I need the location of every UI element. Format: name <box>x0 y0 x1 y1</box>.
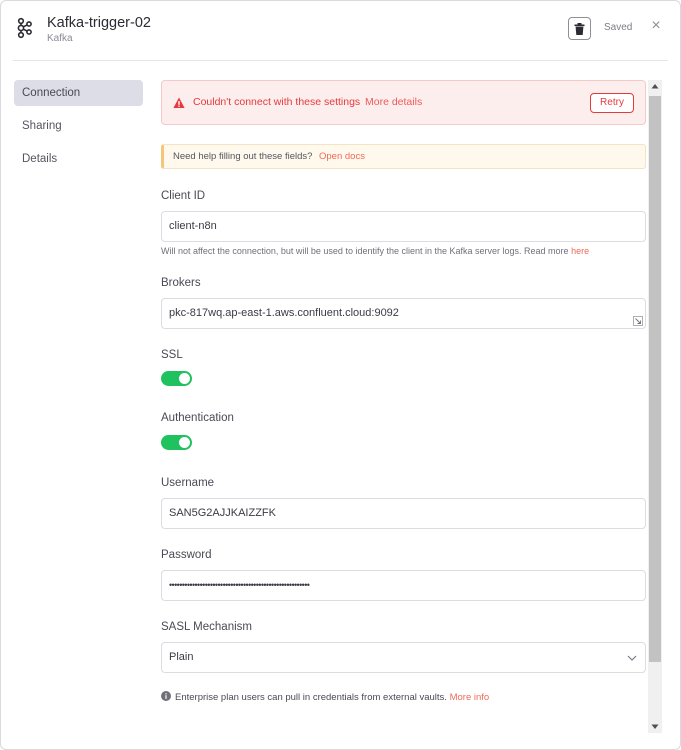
external-vaults-note: Enterprise plan users can pull in creden… <box>161 691 489 703</box>
brokers-value: pkc-817wq.ap-east-1.aws.confluent.cloud:… <box>169 307 399 319</box>
header-divider <box>13 60 668 61</box>
client-id-value: client-n8n <box>169 220 217 232</box>
brokers-label: Brokers <box>161 277 201 289</box>
credential-title[interactable]: Kafka-trigger-02 <box>47 15 151 31</box>
credential-modal: Kafka-trigger-02 Kafka Saved × Connectio… <box>0 0 681 750</box>
username-value: SAN5G2AJJKAIZZFK <box>169 507 276 519</box>
connection-panel: Couldn't connect with these settings Mor… <box>161 80 647 740</box>
ssl-toggle[interactable] <box>161 371 192 386</box>
external-vaults-text: Enterprise plan users can pull in creden… <box>175 692 447 703</box>
help-banner: Need help filling out these fields? Open… <box>161 144 646 169</box>
password-value: ••••••••••••••••••••••••••••••••••••••••… <box>169 580 310 590</box>
error-banner: Couldn't connect with these settings Mor… <box>161 80 646 125</box>
sidebar-item-connection[interactable]: Connection <box>14 80 143 106</box>
warning-icon <box>173 97 185 108</box>
client-id-hint: Will not affect the connection, but will… <box>161 246 589 256</box>
more-info-link[interactable]: More info <box>450 692 490 703</box>
scroll-thumb[interactable] <box>649 96 661 662</box>
help-text: Need help filling out these fields? <box>173 151 313 162</box>
credential-type: Kafka <box>47 33 73 44</box>
read-more-link[interactable]: here <box>571 246 589 256</box>
scroll-up-arrow-icon[interactable] <box>648 80 662 93</box>
password-label: Password <box>161 549 212 561</box>
authentication-label: Authentication <box>161 412 234 424</box>
chevron-down-icon <box>627 655 637 661</box>
open-docs-link[interactable]: Open docs <box>319 151 365 162</box>
kafka-logo-icon <box>17 17 32 39</box>
password-input[interactable]: ••••••••••••••••••••••••••••••••••••••••… <box>161 570 646 601</box>
toggle-knob <box>179 373 190 384</box>
modal-header: Kafka-trigger-02 Kafka Saved × <box>1 1 680 61</box>
sidebar-item-sharing[interactable]: Sharing <box>14 113 143 139</box>
ssl-label: SSL <box>161 349 183 361</box>
delete-button[interactable] <box>568 17 591 40</box>
sasl-mechanism-label: SASL Mechanism <box>161 621 252 633</box>
close-icon[interactable]: × <box>649 18 663 34</box>
save-status: Saved <box>604 22 633 33</box>
resize-handle-icon[interactable] <box>633 316 643 326</box>
sasl-mechanism-select[interactable]: Plain <box>161 642 646 673</box>
more-details-link[interactable]: More details <box>365 96 422 108</box>
client-id-label: Client ID <box>161 190 206 202</box>
username-input[interactable]: SAN5G2AJJKAIZZFK <box>161 498 646 529</box>
trash-icon <box>574 22 585 35</box>
sidebar-item-details[interactable]: Details <box>14 146 143 172</box>
client-id-input[interactable]: client-n8n <box>161 211 646 242</box>
username-label: Username <box>161 477 215 489</box>
scroll-down-arrow-icon[interactable] <box>648 720 662 733</box>
error-message: Couldn't connect with these settings <box>193 96 361 108</box>
scrollbar[interactable] <box>648 80 662 733</box>
retry-button[interactable]: Retry <box>590 93 634 113</box>
info-icon <box>161 691 171 701</box>
authentication-toggle[interactable] <box>161 435 192 450</box>
brokers-textarea[interactable]: pkc-817wq.ap-east-1.aws.confluent.cloud:… <box>161 298 646 329</box>
client-id-hint-text: Will not affect the connection, but will… <box>161 246 572 256</box>
sasl-mechanism-value: Plain <box>169 651 194 663</box>
toggle-knob <box>179 437 190 448</box>
